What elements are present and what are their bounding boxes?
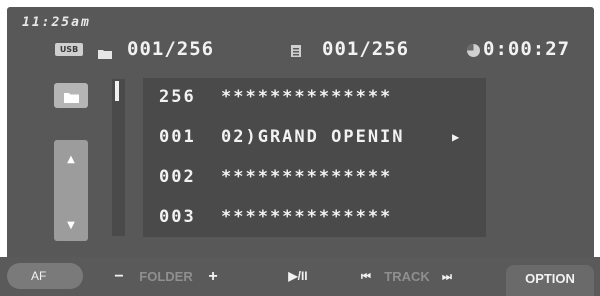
play-pause-button[interactable]: ▶/II <box>276 257 320 296</box>
list-item[interactable]: 002 ************** <box>143 158 486 196</box>
now-playing-icon: ▶ <box>452 130 460 144</box>
af-button[interactable]: AF <box>7 263 83 289</box>
track-title: 02)GRAND OPENIN <box>221 127 405 147</box>
scrollbar-track[interactable] <box>112 79 125 236</box>
clock: 11:25am <box>22 15 91 30</box>
folder-down-button[interactable]: − <box>110 257 128 296</box>
track-number: 256 <box>159 87 196 107</box>
folder-list-button[interactable] <box>54 83 88 108</box>
list-item[interactable]: 001 02)GRAND OPENIN ▶ <box>143 118 486 156</box>
control-bar: AF − FOLDER + ▶/II ⏮ TRACK ⏭ OPTION <box>0 257 600 296</box>
track-number: 003 <box>159 207 196 227</box>
scrollbar-thumb[interactable] <box>115 81 119 101</box>
file-icon <box>290 43 302 62</box>
folder-icon <box>63 89 80 108</box>
clock-icon <box>466 43 481 62</box>
track-title: ************** <box>221 167 393 187</box>
usb-source-badge: USB <box>55 43 83 56</box>
track-title: ************** <box>221 87 393 107</box>
audio-screen: 11:25am USB 001/256 001/256 0:00:27 ▲ ▼ … <box>7 7 594 291</box>
previous-track-button[interactable]: ⏮ <box>357 257 375 296</box>
track-number: 002 <box>159 167 196 187</box>
status-bar: USB 001/256 001/256 0:00:27 <box>7 37 594 61</box>
track-number: 001 <box>159 127 196 147</box>
folder-counter: 001/256 <box>127 38 215 60</box>
folder-up-button[interactable]: + <box>204 257 222 296</box>
scroll-up-icon[interactable]: ▲ <box>54 154 88 165</box>
elapsed-time: 0:00:27 <box>483 38 571 60</box>
list-item[interactable]: 003 ************** <box>143 198 486 236</box>
track-counter: 001/256 <box>322 38 410 60</box>
list-item[interactable]: 256 ************** <box>143 78 486 116</box>
scroll-down-icon[interactable]: ▼ <box>54 220 88 231</box>
folder-icon <box>97 45 113 64</box>
scroll-buttons: ▲ ▼ <box>54 140 88 241</box>
track-title: ************** <box>221 207 393 227</box>
track-list: 256 ************** 001 02)GRAND OPENIN ▶… <box>143 78 486 237</box>
track-label: TRACK <box>384 269 430 284</box>
next-track-button[interactable]: ⏭ <box>438 257 456 296</box>
folder-label: FOLDER <box>139 269 193 284</box>
option-button[interactable]: OPTION <box>506 265 594 296</box>
